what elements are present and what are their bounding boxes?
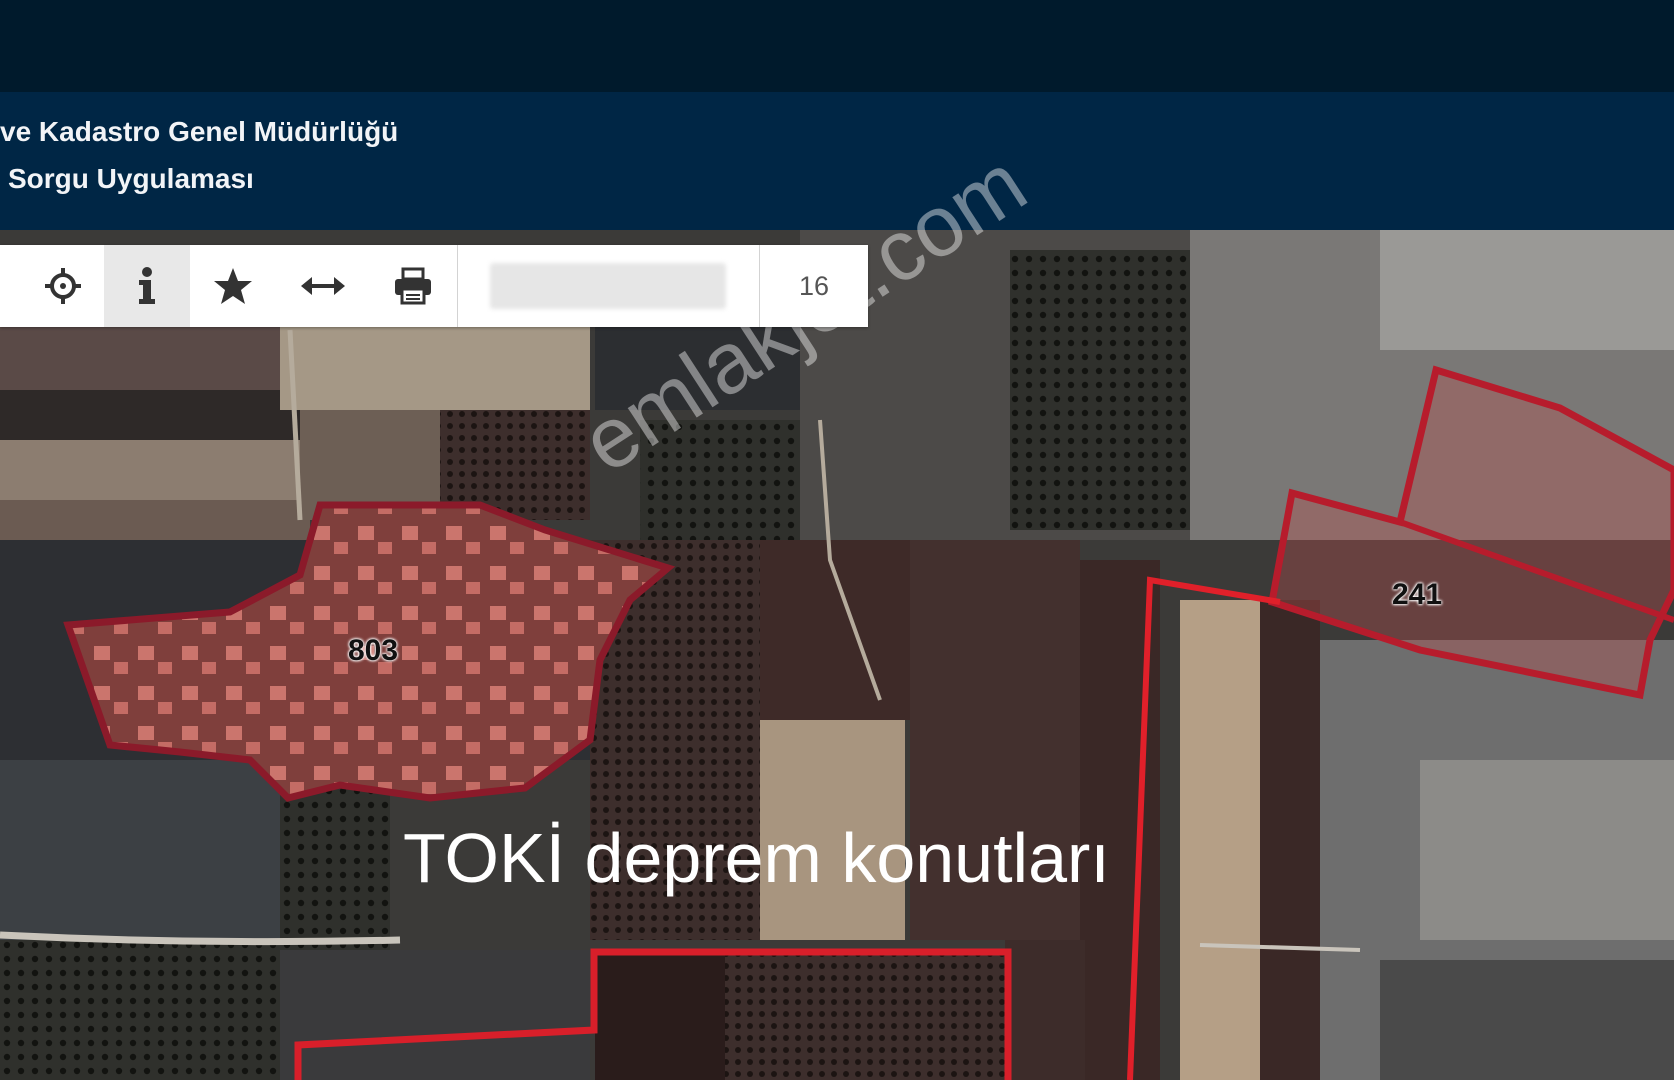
app-title: Sorgu Uygulaması	[8, 163, 254, 194]
print-tool-button[interactable]	[370, 245, 456, 327]
measure-icon	[301, 277, 345, 295]
parcel-label-241: 241	[1392, 578, 1443, 611]
agency-title: ve Kadastro Genel Müdürlüğü	[0, 116, 399, 147]
favorite-tool-button[interactable]	[190, 245, 276, 327]
info-tool-button[interactable]	[104, 245, 190, 327]
top-bar	[0, 0, 1674, 92]
toolbar-divider	[457, 245, 458, 327]
star-icon	[214, 268, 252, 304]
map-caption: TOKİ deprem konutları	[403, 819, 1110, 897]
satellite-map[interactable]: 803 241	[0, 230, 1674, 1080]
print-icon	[395, 267, 431, 305]
zoom-level: 16	[798, 270, 830, 301]
parcel-label-803: 803	[348, 634, 399, 667]
measure-tool-button[interactable]	[280, 245, 366, 327]
app-header: ve Kadastro Genel Müdürlüğü Sorgu Uygula…	[0, 92, 1674, 230]
search-input[interactable]	[490, 263, 726, 309]
info-icon	[139, 267, 155, 304]
map-toolbar: 16	[0, 245, 868, 327]
map-imagery	[0, 230, 1674, 1080]
crosshair-icon	[45, 268, 81, 304]
crosshair-tool-button[interactable]	[20, 245, 106, 327]
